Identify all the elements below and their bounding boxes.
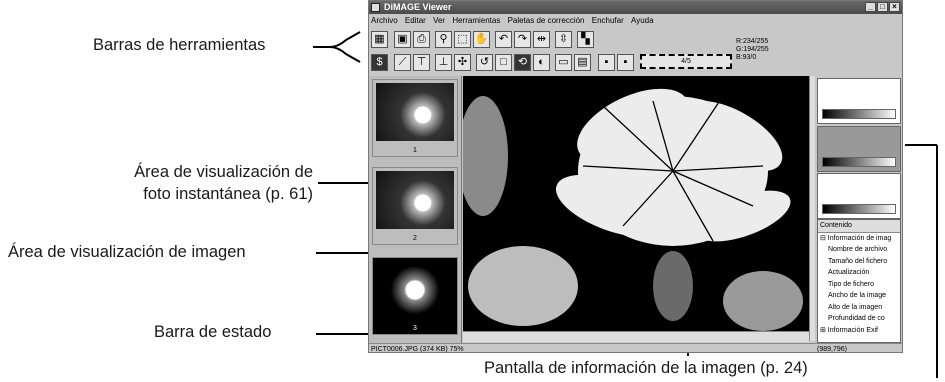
app-icon xyxy=(371,3,380,12)
info-item: Tipo de fichero xyxy=(828,280,875,288)
rotate-left-icon[interactable]: ↶ xyxy=(495,31,512,48)
histogram-blue xyxy=(817,173,901,219)
info-panel-column: Contenido ⊟ Información de imag Nombre d… xyxy=(815,76,902,343)
image-info-panel[interactable]: Contenido ⊟ Información de imag Nombre d… xyxy=(817,219,901,343)
levels-icon[interactable]: ⊤ xyxy=(413,54,430,71)
info-item: Profundidad de co xyxy=(828,315,885,322)
histogram-green xyxy=(817,126,901,172)
minimize-button[interactable]: _ xyxy=(865,2,876,12)
maximize-button[interactable]: □ xyxy=(877,2,888,12)
levels2-icon[interactable]: ⊥ xyxy=(435,54,452,71)
zoom-icon[interactable]: ⚲ xyxy=(435,31,452,48)
image-display-area[interactable] xyxy=(463,76,815,341)
thumbnails-icon[interactable]: ▦ xyxy=(371,31,388,48)
toolbar-main: ▦ ▣ ⎙ ⚲ ⬚ ✋ ↶ ↷ ⇹ ⇳ ▚ xyxy=(371,31,671,49)
thumbnail-selected[interactable]: 3 xyxy=(372,257,458,335)
toolbar-correction: $ ⟋ ⊤ ⊥ ✣ ↺ □ ⟲ ◐ ▭ ▤ ▪ ▪ xyxy=(371,54,641,72)
flip-horizontal-icon[interactable]: ⇹ xyxy=(533,31,550,48)
info-item: Actualización xyxy=(828,269,870,276)
flower-image xyxy=(463,76,815,341)
info-item: Tamaño del fichero xyxy=(828,257,888,265)
reset-icon[interactable]: ⟲ xyxy=(514,54,531,71)
menu-ver[interactable]: Ver xyxy=(433,16,445,25)
menu-editar[interactable]: Editar xyxy=(405,16,426,25)
window-controls: _ □ × xyxy=(864,2,900,13)
menu-enchufar[interactable]: Enchufar xyxy=(592,16,624,25)
info-item: Alto de la imagen xyxy=(828,303,883,311)
info-header: Contenido xyxy=(818,220,900,233)
gallery-icon[interactable]: ▪ xyxy=(617,54,634,71)
menu-archivo[interactable]: Archivo xyxy=(371,16,398,25)
compare-icon[interactable]: ▭ xyxy=(555,54,572,71)
rgb-r: R:234/255 xyxy=(736,38,769,45)
menu-bar: Archivo Editar Ver Herramientas Paletas … xyxy=(369,15,902,27)
gradient-bar xyxy=(822,109,896,119)
thumbnail[interactable]: 1 xyxy=(372,79,458,157)
thumbnail-image xyxy=(376,261,454,319)
thumbnail-number: 1 xyxy=(413,147,417,154)
save-icon[interactable]: ▣ xyxy=(394,31,411,48)
info-item[interactable]: ⊞ Información Exif xyxy=(818,325,900,337)
menu-ayuda[interactable]: Ayuda xyxy=(631,16,654,25)
rgb-g: G:194/255 xyxy=(736,46,769,53)
redo-icon[interactable]: □ xyxy=(495,54,512,71)
title-bar: DiMAGE Viewer _ □ × xyxy=(369,1,902,14)
menu-paletas[interactable]: Paletas de corrección xyxy=(508,16,585,25)
status-bar: PICT0006.JPG (374 KB) 75% (989,796) xyxy=(369,343,902,353)
close-button[interactable]: × xyxy=(889,2,900,12)
tone-curve-icon[interactable]: ⟋ xyxy=(394,54,411,71)
gradient-bar xyxy=(822,157,896,167)
snapshot-area: 1 2 3 xyxy=(369,76,462,343)
hand-icon[interactable]: ✋ xyxy=(473,31,490,48)
frame-counter: 4/5 xyxy=(681,58,691,65)
thumbnail-number: 3 xyxy=(413,325,417,332)
color-balance-icon[interactable]: ✣ xyxy=(454,54,471,71)
convert-icon[interactable]: ▚ xyxy=(577,31,594,48)
horizontal-scrollbar[interactable] xyxy=(463,331,809,342)
status-coords: (989,796) xyxy=(817,346,847,353)
thumbnail-image xyxy=(376,171,454,229)
rgb-b: B:93/0 xyxy=(736,54,757,61)
info-item: Nombre de archivo xyxy=(828,246,888,253)
info-item[interactable]: ⊟ Información de imag xyxy=(818,233,900,245)
brightness-icon[interactable]: ◐ xyxy=(533,54,550,71)
select-icon[interactable]: ⬚ xyxy=(454,31,471,48)
split-icon[interactable]: ▤ xyxy=(574,54,591,71)
thumbnail-number: 2 xyxy=(413,235,417,242)
flip-vertical-icon[interactable]: ⇳ xyxy=(555,31,572,48)
gradient-bar xyxy=(822,204,896,214)
app-window: DiMAGE Viewer _ □ × Archivo Editar Ver Her… xyxy=(368,0,903,353)
menu-herramientas[interactable]: Herramientas xyxy=(452,16,500,25)
saturation-icon[interactable]: $ xyxy=(371,54,388,71)
thumbnail[interactable]: 2 xyxy=(372,167,458,245)
info-item: Ancho de la image xyxy=(828,292,886,299)
window-title: DiMAGE Viewer xyxy=(384,2,452,12)
undo-icon[interactable]: ↺ xyxy=(476,54,493,71)
snapshot-icon[interactable]: ▪ xyxy=(598,54,615,71)
print-icon[interactable]: ⎙ xyxy=(413,31,430,48)
histogram-red xyxy=(817,78,901,124)
status-file: PICT0006.JPG (374 KB) 75% xyxy=(371,346,464,353)
rotate-right-icon[interactable]: ↷ xyxy=(514,31,531,48)
frame-navigator[interactable]: 4/5 xyxy=(640,54,732,69)
rgb-readout: R:234/255 G:194/255 B:93/0 xyxy=(736,38,769,62)
thumbnail-image xyxy=(376,83,454,141)
